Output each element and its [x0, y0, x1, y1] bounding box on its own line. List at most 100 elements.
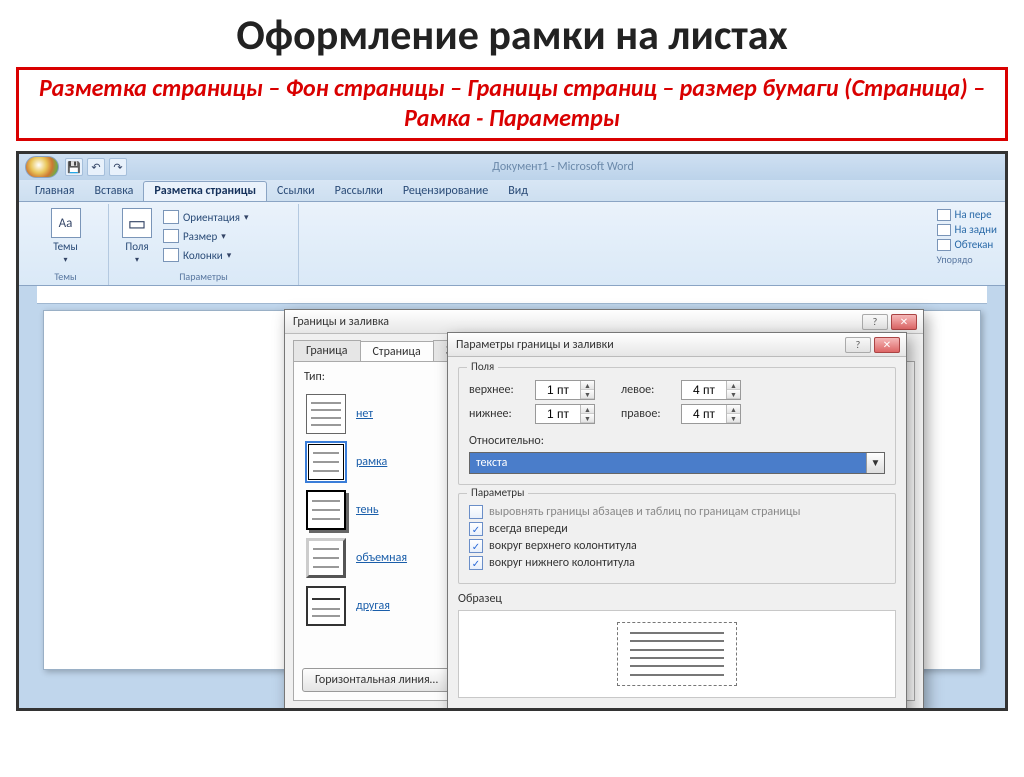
type-box[interactable]: рамка: [304, 438, 424, 486]
dialog2-close-button[interactable]: ✕: [874, 337, 900, 353]
type-box-icon: [306, 442, 346, 482]
type-custom-label: другая: [356, 599, 390, 613]
orientation-icon: [163, 210, 179, 224]
bring-front-button[interactable]: На пере: [937, 208, 998, 221]
tab-references[interactable]: Ссылки: [267, 182, 325, 201]
themes-label: Темы: [53, 240, 78, 253]
top-value[interactable]: [536, 381, 580, 399]
ribbon-tabs: Главная Вставка Разметка страницы Ссылки…: [19, 180, 1005, 202]
chevron-down-icon: ▾: [63, 255, 67, 265]
spin-up-icon[interactable]: ▲: [727, 405, 740, 414]
chevron-down-icon[interactable]: ▼: [866, 453, 884, 473]
type-3d-icon: [306, 538, 346, 578]
tab-page-layout[interactable]: Разметка страницы: [143, 181, 267, 201]
spin-down-icon[interactable]: ▼: [727, 390, 740, 399]
preview-label: Образец: [458, 592, 896, 606]
type-shadow-icon: [306, 490, 346, 530]
tab-home[interactable]: Главная: [25, 182, 84, 201]
check-align-label: выровнять границы абзацев и таблиц по гр…: [489, 505, 801, 519]
type-shadow-label: тень: [356, 503, 379, 517]
dialog2-title: Параметры границы и заливки: [456, 338, 845, 352]
tab-review[interactable]: Рецензирование: [393, 182, 498, 201]
check-footer-box[interactable]: ✓: [469, 556, 483, 570]
right-spinner[interactable]: ▲▼: [681, 404, 741, 424]
tab-view[interactable]: Вид: [498, 182, 538, 201]
right-value[interactable]: [682, 405, 726, 423]
columns-label: Колонки: [183, 249, 223, 262]
dialog1-close-button[interactable]: ✕: [891, 314, 917, 330]
type-shadow[interactable]: тень: [304, 486, 424, 534]
preview-area: [458, 610, 896, 698]
check-front-row[interactable]: ✓ всегда впереди: [469, 522, 885, 536]
spin-down-icon[interactable]: ▼: [727, 414, 740, 423]
size-icon: [163, 229, 179, 243]
tab-mailings[interactable]: Рассылки: [325, 182, 393, 201]
dialog2-help-button[interactable]: ?: [845, 337, 871, 353]
qat-undo-icon[interactable]: ↶: [87, 158, 105, 176]
window-title: Документ1 - Microsoft Word: [127, 160, 999, 174]
wrap-icon: [937, 239, 951, 251]
themes-button[interactable]: Aa Темы ▾: [29, 206, 102, 267]
bottom-value[interactable]: [536, 405, 580, 423]
orientation-button[interactable]: Ориентация: [161, 208, 251, 226]
size-button[interactable]: Размер: [161, 227, 251, 245]
qat-save-icon[interactable]: 💾: [65, 158, 83, 176]
relative-to-dropdown[interactable]: текста ▼: [469, 452, 885, 474]
bottom-spinner[interactable]: ▲▼: [535, 404, 595, 424]
bottom-label: нижнее:: [469, 407, 529, 421]
size-label: Размер: [183, 230, 217, 243]
spin-up-icon[interactable]: ▲: [581, 405, 594, 414]
group-arrange-label: Упорядо: [937, 253, 998, 266]
check-footer-row[interactable]: ✓ вокруг нижнего колонтитула: [469, 556, 885, 570]
margins-button[interactable]: ▭ Поля ▾: [115, 206, 159, 267]
border-options-dialog: Параметры границы и заливки ? ✕ Поля вер…: [447, 332, 907, 711]
tab-insert[interactable]: Вставка: [84, 182, 143, 201]
tab-page-border[interactable]: Страница: [360, 341, 434, 362]
qat-redo-icon[interactable]: ↷: [109, 158, 127, 176]
themes-icon: Aa: [51, 208, 81, 238]
relative-to-value: текста: [470, 453, 866, 473]
type-none-icon: [306, 394, 346, 434]
ribbon: Aa Темы ▾ Темы ▭ Поля ▾ Ориентация: [19, 202, 1005, 286]
spin-up-icon[interactable]: ▲: [727, 381, 740, 390]
left-label: левое:: [621, 383, 675, 397]
send-back-icon: [937, 224, 951, 236]
dialog1-help-button[interactable]: ?: [862, 314, 888, 330]
spin-up-icon[interactable]: ▲: [581, 381, 594, 390]
tab-border[interactable]: Граница: [293, 340, 361, 361]
check-front-box[interactable]: ✓: [469, 522, 483, 536]
check-header-box[interactable]: ✓: [469, 539, 483, 553]
check-align-row[interactable]: выровнять границы абзацев и таблиц по гр…: [469, 505, 885, 519]
columns-icon: [163, 248, 179, 262]
slide-title: Оформление рамки на листах: [0, 10, 1024, 61]
type-none-label: нет: [356, 407, 373, 421]
check-header-row[interactable]: ✓ вокруг верхнего колонтитула: [469, 539, 885, 553]
type-3d[interactable]: объемная: [304, 534, 424, 582]
orientation-label: Ориентация: [183, 211, 240, 224]
quick-access-toolbar: 💾 ↶ ↷: [65, 158, 127, 176]
text-wrap-button[interactable]: Обтекан: [937, 238, 998, 251]
type-custom[interactable]: другая: [304, 582, 424, 630]
left-spinner[interactable]: ▲▼: [681, 380, 741, 400]
horizontal-ruler[interactable]: [37, 286, 987, 304]
office-button[interactable]: [25, 156, 59, 178]
spin-down-icon[interactable]: ▼: [581, 414, 594, 423]
check-footer-label: вокруг нижнего колонтитула: [489, 556, 635, 570]
type-custom-icon: [306, 586, 346, 626]
dialog2-titlebar: Параметры границы и заливки ? ✕: [448, 333, 906, 357]
left-value[interactable]: [682, 381, 726, 399]
type-none[interactable]: нет: [304, 390, 424, 438]
border-type-column: Тип: нет рамка те: [304, 370, 424, 630]
dialog2-body: Поля верхнее: ▲▼ нижнее:: [448, 357, 906, 698]
top-label: верхнее:: [469, 383, 529, 397]
spin-down-icon[interactable]: ▼: [581, 390, 594, 399]
columns-button[interactable]: Колонки: [161, 246, 251, 264]
check-align-box[interactable]: [469, 505, 483, 519]
margins-legend: Поля: [467, 360, 498, 373]
type-3d-label: объемная: [356, 551, 407, 565]
instruction-box: Разметка страницы – Фон страницы – Грани…: [16, 67, 1008, 141]
top-spinner[interactable]: ▲▼: [535, 380, 595, 400]
horizontal-line-button[interactable]: Горизонтальная линия…: [302, 668, 451, 692]
send-back-button[interactable]: На задни: [937, 223, 998, 236]
type-heading: Тип:: [304, 370, 424, 384]
